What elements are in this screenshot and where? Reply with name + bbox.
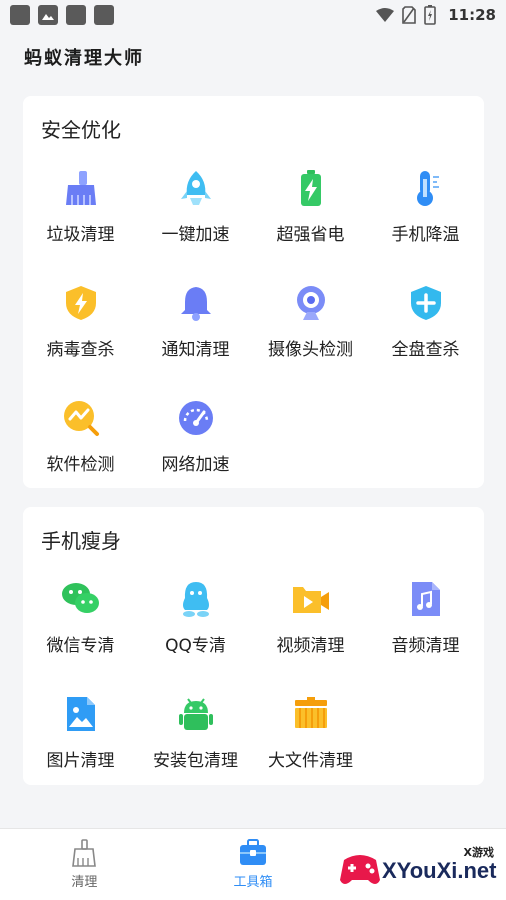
tool-label: 微信专清 — [46, 636, 115, 656]
tool-wechat-clean[interactable]: 微信专清 — [23, 565, 138, 680]
watermark-logo: X游戏 XYouXi.net — [336, 842, 502, 896]
section-phone-slimming: 手机瘦身 微信专清 QQ专清 视频清理 音频清理 图片清理 安装包清理 大文件清… — [23, 507, 484, 785]
tool-audio-clean[interactable]: 音频清理 — [368, 565, 483, 680]
speedometer-icon — [176, 398, 216, 438]
tool-label: 一键加速 — [161, 225, 230, 245]
gamepad-logo-icon — [340, 855, 380, 884]
tool-notification-clean[interactable]: 通知清理 — [138, 269, 253, 384]
tool-label: 软件检测 — [46, 455, 115, 475]
clock: 11:28 — [448, 6, 496, 24]
tool-label: 病毒查杀 — [46, 340, 115, 360]
rocket-icon — [176, 168, 216, 208]
qq-penguin-icon — [176, 579, 216, 619]
tool-network-speedup[interactable]: 网络加速 — [138, 384, 253, 499]
video-folder-icon — [291, 579, 331, 619]
wifi-icon — [376, 8, 395, 22]
tool-apk-clean[interactable]: 安装包清理 — [138, 680, 253, 795]
broom-icon — [72, 839, 97, 867]
image-file-icon — [61, 694, 101, 734]
nav-tab-clean[interactable]: 清理 — [0, 829, 169, 900]
no-sim-icon — [402, 6, 417, 24]
tool-junk-clean[interactable]: 垃圾清理 — [23, 154, 138, 269]
tool-label: 手机降温 — [391, 225, 460, 245]
shield-lightning-icon — [61, 283, 101, 323]
notification-icons — [10, 5, 114, 25]
tool-label: 网络加速 — [161, 455, 230, 475]
page-title: 蚂蚁清理大师 — [24, 48, 144, 69]
tool-speed-up[interactable]: 一键加速 — [138, 154, 253, 269]
section-title: 手机瘦身 — [41, 529, 121, 553]
big-file-icon — [291, 694, 331, 734]
tool-label: 大文件清理 — [268, 751, 353, 771]
tool-grid: 垃圾清理 一键加速 超强省电 手机降温 病毒查杀 通知清理 摄像头检测 全盘查杀… — [23, 154, 484, 499]
tool-power-saving[interactable]: 超强省电 — [253, 154, 368, 269]
app-notification-icon — [94, 5, 114, 25]
tool-video-clean[interactable]: 视频清理 — [253, 565, 368, 680]
tool-full-scan[interactable]: 全盘查杀 — [368, 269, 483, 384]
tool-label: 安装包清理 — [153, 751, 238, 771]
tool-virus-scan[interactable]: 病毒查杀 — [23, 269, 138, 384]
app-notification-icon — [10, 5, 30, 25]
battery-charging-icon — [424, 5, 437, 25]
music-file-icon — [406, 579, 446, 619]
wechat-icon — [61, 579, 101, 619]
tool-phone-cooling[interactable]: 手机降温 — [368, 154, 483, 269]
tool-grid: 微信专清 QQ专清 视频清理 音频清理 图片清理 安装包清理 大文件清理 — [23, 565, 484, 795]
watermark-text: XYouXi.net — [382, 858, 497, 883]
status-bar: 11:28 — [0, 0, 506, 30]
tool-app-detect[interactable]: 软件检测 — [23, 384, 138, 499]
chart-search-icon — [61, 398, 101, 438]
nav-label: 清理 — [71, 875, 98, 890]
nav-label: 工具箱 — [233, 875, 273, 890]
tool-label: 视频清理 — [276, 636, 345, 656]
tool-big-file-clean[interactable]: 大文件清理 — [253, 680, 368, 795]
section-title: 安全优化 — [41, 118, 121, 142]
shield-plus-icon — [406, 283, 446, 323]
tool-label: 垃圾清理 — [46, 225, 115, 245]
tool-label: 超强省电 — [276, 225, 345, 245]
tool-label: 通知清理 — [161, 340, 230, 360]
image-notification-icon — [38, 5, 58, 25]
tool-image-clean[interactable]: 图片清理 — [23, 680, 138, 795]
tool-label: 图片清理 — [46, 751, 115, 771]
battery-icon — [291, 168, 331, 208]
tool-label: 摄像头检测 — [268, 340, 353, 360]
nav-tab-toolbox[interactable]: 工具箱 — [169, 829, 338, 900]
section-security-optimization: 安全优化 垃圾清理 一键加速 超强省电 手机降温 病毒查杀 通知清理 摄像头检测… — [23, 96, 484, 488]
thermometer-icon — [406, 168, 446, 208]
tool-label: 音频清理 — [391, 636, 460, 656]
camera-icon — [291, 283, 331, 323]
system-status: 11:28 — [376, 5, 496, 25]
tool-label: 全盘查杀 — [391, 340, 460, 360]
bell-icon — [176, 283, 216, 323]
broom-icon — [61, 168, 101, 208]
tool-camera-detect[interactable]: 摄像头检测 — [253, 269, 368, 384]
app-notification-icon — [66, 5, 86, 25]
tool-qq-clean[interactable]: QQ专清 — [138, 565, 253, 680]
toolbox-icon — [240, 839, 266, 865]
android-icon — [176, 694, 216, 734]
tool-label: QQ专清 — [165, 636, 226, 656]
